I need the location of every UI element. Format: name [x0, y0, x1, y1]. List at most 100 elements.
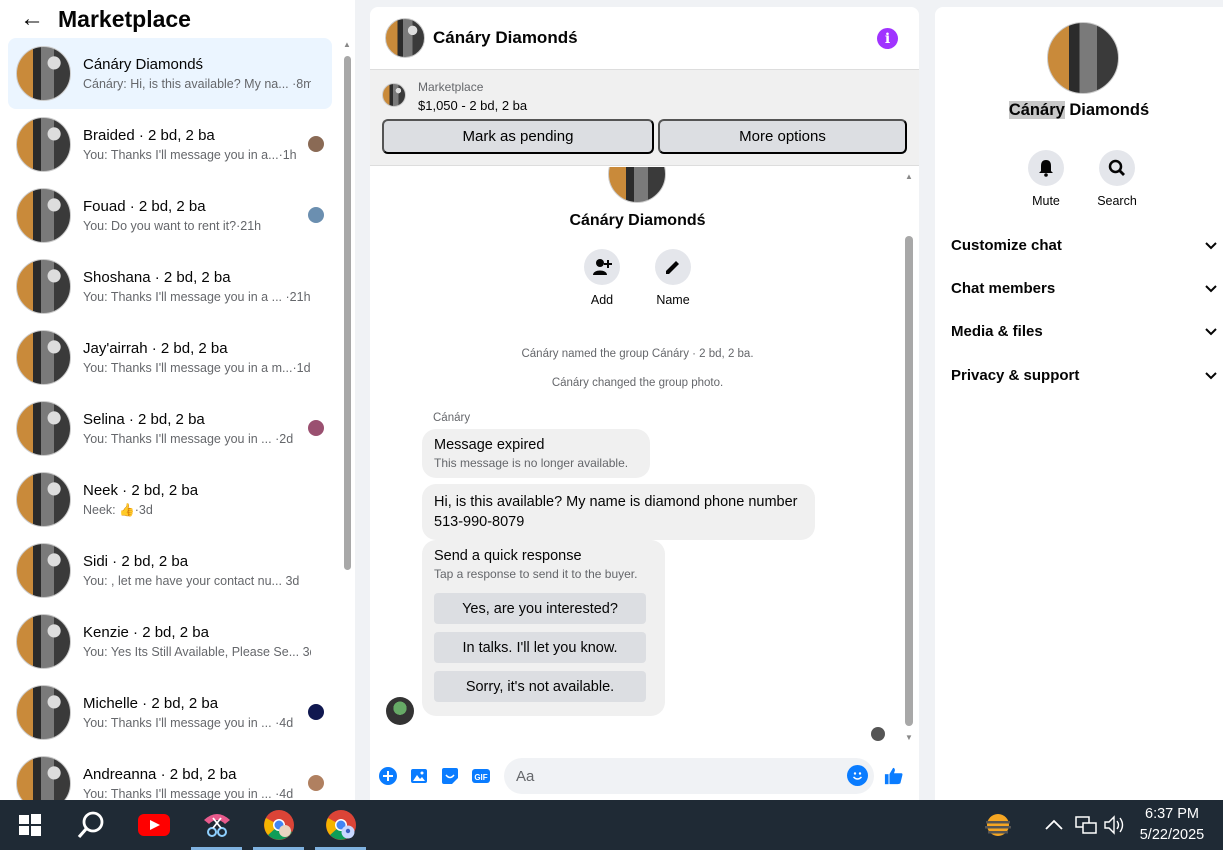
- chevron-down-icon: [1205, 237, 1217, 254]
- message-bubble[interactable]: Hi, is this available? My name is diamon…: [422, 484, 815, 540]
- conversation-name: Selina · 2 bd, 2 ba: [83, 411, 205, 428]
- avatar: [16, 330, 71, 385]
- emoji-icon[interactable]: [847, 765, 868, 786]
- input-placeholder: Aa: [516, 767, 535, 785]
- conversation-time: ·4d: [275, 787, 294, 801]
- privacy-support-section[interactable]: Privacy & support: [951, 360, 1217, 390]
- snipping-tool-icon[interactable]: [191, 800, 242, 850]
- seen-avatar: [871, 727, 885, 741]
- chevron-down-icon: [1205, 367, 1217, 384]
- conversation-preview: You: Thanks I'll message you in ...: [83, 716, 272, 730]
- chevron-down-icon: [1205, 323, 1217, 340]
- listing-thumbnail[interactable]: [382, 83, 406, 107]
- conversation-name: Braided · 2 bd, 2 ba: [83, 127, 215, 144]
- conversation-item[interactable]: Kenzie · 2 bd, 2 ba You: Yes Its Still A…: [8, 606, 332, 677]
- thumbs-up-icon[interactable]: [884, 766, 904, 786]
- name-label: Name: [656, 293, 690, 307]
- conversation-item[interactable]: Neek · 2 bd, 2 ba Neek: 👍·3d: [8, 464, 332, 535]
- scroll-up-icon[interactable]: ▲: [341, 40, 353, 49]
- add-people-action[interactable]: Add: [572, 249, 632, 307]
- plus-circle-icon[interactable]: [378, 766, 398, 786]
- system-clock[interactable]: 6:37 PM 5/22/2025: [1130, 804, 1214, 846]
- more-options-button[interactable]: More options: [658, 119, 907, 154]
- thread-scrollbar[interactable]: ▲ ▼: [903, 172, 915, 742]
- thread-profile-name: Cánáry Diamondś: [569, 212, 706, 229]
- avatar: [16, 46, 71, 101]
- conversation-scrollbar[interactable]: ▲: [341, 40, 353, 800]
- youtube-icon[interactable]: [130, 800, 178, 850]
- info-profile-name: Cánáry Diamondś: [935, 101, 1223, 120]
- volume-icon[interactable]: [1103, 800, 1127, 850]
- mark-as-pending-button[interactable]: Mark as pending: [382, 119, 654, 154]
- mute-action[interactable]: Mute: [1016, 150, 1076, 208]
- add-person-icon: [593, 259, 612, 275]
- avatar: [608, 167, 666, 203]
- search-icon: [1108, 159, 1125, 176]
- conversation-time: ·2d: [275, 432, 294, 446]
- sender-avatar[interactable]: [386, 697, 414, 725]
- quick-response-card: Send a quick response Tap a response to …: [422, 540, 665, 716]
- gif-icon[interactable]: GIF: [471, 766, 491, 786]
- rename-action[interactable]: Name: [643, 249, 703, 307]
- conversation-preview: Neek:: [83, 502, 116, 517]
- scroll-down-icon[interactable]: ▼: [903, 733, 915, 742]
- search-label: Search: [1097, 194, 1137, 208]
- expired-title: Message expired: [434, 437, 545, 453]
- conversation-item[interactable]: Shoshana · 2 bd, 2 ba You: Thanks I'll m…: [8, 251, 332, 322]
- conversation-name: Cánáry Diamondś: [83, 56, 204, 73]
- avatar: [16, 472, 71, 527]
- bell-icon: [1039, 160, 1053, 177]
- conversation-preview: You: Thanks I'll message you in ...: [83, 787, 272, 801]
- svg-text:GIF: GIF: [474, 773, 487, 782]
- system-message: Cánáry changed the group photo.: [551, 377, 724, 389]
- windows-start-icon[interactable]: [8, 800, 52, 850]
- conversation-item[interactable]: Sidi · 2 bd, 2 ba You: , let me have you…: [8, 535, 332, 606]
- conversation-item[interactable]: Michelle · 2 bd, 2 ba You: Thanks I'll m…: [8, 677, 332, 748]
- scrollbar-thumb[interactable]: [344, 56, 351, 570]
- avatar[interactable]: [385, 18, 425, 58]
- network-icon[interactable]: [1075, 800, 1097, 850]
- scrollbar-thumb[interactable]: [905, 236, 913, 726]
- conversation-name: Michelle · 2 bd, 2 ba: [83, 695, 219, 712]
- thumbs-up-icon: 👍: [119, 502, 135, 517]
- clock-time: 6:37 PM: [1145, 806, 1199, 822]
- chevron-up-icon[interactable]: [1045, 800, 1063, 850]
- photo-icon[interactable]: [409, 766, 429, 786]
- windows-taskbar: 6:37 PM 5/22/2025: [0, 800, 1223, 850]
- quick-response-button[interactable]: Yes, are you interested?: [434, 593, 646, 624]
- scroll-up-icon[interactable]: ▲: [903, 172, 915, 181]
- chat-title[interactable]: Cánáry Diamondś: [433, 28, 578, 48]
- search-icon[interactable]: [67, 800, 115, 850]
- panel-title: Marketplace: [58, 5, 191, 32]
- chrome-profile-icon[interactable]: [315, 800, 366, 850]
- conversation-item[interactable]: Fouad · 2 bd, 2 ba You: Do you want to r…: [8, 180, 332, 251]
- sticker-icon[interactable]: [440, 766, 460, 786]
- search-action[interactable]: Search: [1087, 150, 1147, 208]
- conversation-item[interactable]: Braided · 2 bd, 2 ba You: Thanks I'll me…: [8, 109, 332, 180]
- media-files-section[interactable]: Media & files: [951, 316, 1217, 346]
- conversation-item[interactable]: Cánáry Diamondś Cánáry: Hi, is this avai…: [8, 38, 332, 109]
- conversation-preview: Cánáry: Hi, is this available? My na...: [83, 77, 289, 91]
- message-composer: GIF Aa: [370, 752, 919, 800]
- conversation-item[interactable]: Jay'airrah · 2 bd, 2 ba You: Thanks I'll…: [8, 322, 332, 393]
- conversation-preview: You: Do you want to rent it?: [83, 219, 237, 233]
- quick-response-button[interactable]: In talks. I'll let you know.: [434, 632, 646, 663]
- info-icon[interactable]: i: [877, 28, 898, 49]
- conversation-time: ·4d: [275, 716, 294, 730]
- conversation-preview: You: , let me have your contact nu...: [83, 574, 282, 588]
- message-input[interactable]: Aa: [504, 758, 874, 794]
- avatar: [16, 401, 71, 456]
- chat-info-panel: Cánáry Diamondś Mute Search Customize ch…: [935, 7, 1223, 800]
- quick-response-button[interactable]: Sorry, it's not available.: [434, 671, 646, 702]
- avatar: [16, 543, 71, 598]
- avatar[interactable]: [1047, 22, 1119, 94]
- clock-date: 5/22/2025: [1139, 827, 1205, 843]
- chat-members-section[interactable]: Chat members: [951, 273, 1217, 303]
- sender-name: Cánáry: [433, 412, 471, 424]
- conversation-item[interactable]: Selina · 2 bd, 2 ba You: Thanks I'll mes…: [8, 393, 332, 464]
- back-arrow-icon[interactable]: ←: [20, 7, 44, 31]
- weather-icon[interactable]: [982, 800, 1018, 850]
- message-text: Hi, is this available? My name is diamon…: [434, 494, 798, 510]
- customize-chat-section[interactable]: Customize chat: [951, 230, 1217, 260]
- chrome-icon[interactable]: [253, 800, 304, 850]
